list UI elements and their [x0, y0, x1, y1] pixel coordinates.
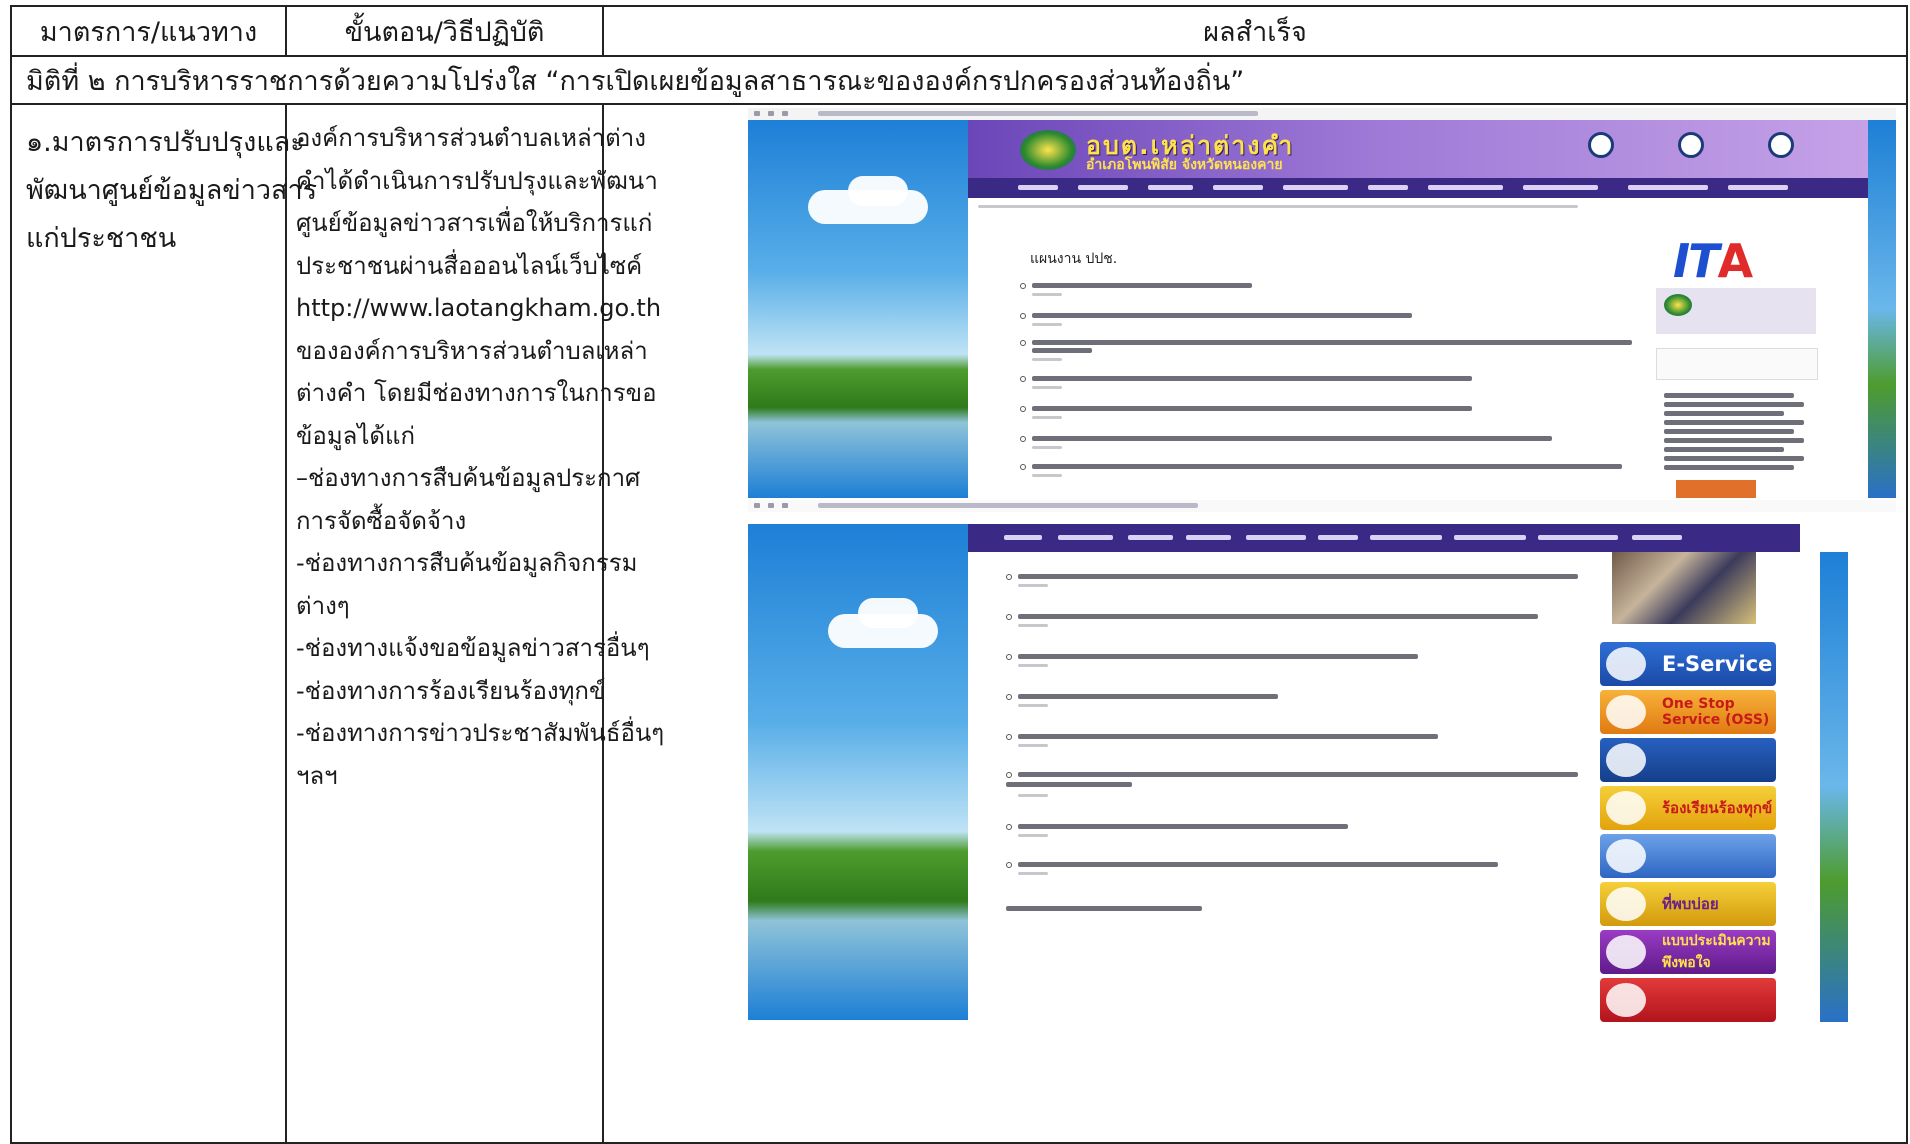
e-service-icon [1606, 647, 1646, 681]
website-screenshot-top: อบต.เหล่าต่างคำ อำเภอโพนพิสัย จังหวัดหนอ… [748, 108, 1896, 498]
procedure-line: -ช่องทางการร้องเรียนร้องทุกข์ [296, 676, 606, 705]
procedure-url[interactable]: http://www.laotangkham.go.th [296, 287, 666, 330]
procedure-line: ศูนย์ข้อมูลข่าวสารเพื่อให้บริการแก่ [296, 209, 653, 237]
home-icon [1588, 132, 1614, 158]
url-field [818, 111, 1258, 116]
complaint-icon [1606, 791, 1646, 825]
sky-background-left [748, 524, 968, 1020]
header-procedure: ขั้นตอน/วิธีปฏิบัติ [287, 7, 604, 55]
site-navbar [968, 178, 1882, 198]
back-icon [754, 503, 760, 508]
document-icon [1606, 839, 1646, 873]
header-divider [12, 55, 1906, 57]
cloud [848, 176, 908, 206]
qa-icon [1606, 887, 1646, 921]
site-banner: อบต.เหล่าต่างคำ อำเภอโพนพิสัย จังหวัดหนอ… [968, 120, 1882, 178]
procedure-line: คำได้ดำเนินการปรับปรุงและพัฒนา [296, 166, 658, 195]
procedure-line: การจัดซื้อจัดจ้าง [296, 506, 467, 535]
activity-photo [1612, 552, 1756, 624]
procedure-line: -ช่องทางการสืบค้นข้อมูลกิจกรรม [296, 549, 638, 577]
procedure-line: องค์การบริหารส่วนตำบลเหล่าต่าง [296, 124, 646, 152]
site-logo-icon [1020, 130, 1076, 170]
website-screenshot-bottom: E-Service One Stop Service (OSS) ร้องเรี… [748, 500, 1896, 1022]
contact-icon [1678, 132, 1704, 158]
browser-address-bar [748, 500, 1896, 512]
header-measure: มาตรการ/แนวทาง [12, 7, 287, 55]
forward-icon [768, 503, 774, 508]
section-heading: แผนงาน ปปช. [1030, 251, 1118, 267]
procedure-line: ข้อมูลได้แก่ [296, 421, 416, 450]
survey-icon [1606, 935, 1646, 969]
header-result: ผลสำเร็จ [1203, 16, 1307, 48]
ita-icon [1768, 132, 1794, 158]
ita-logo: ITA [1673, 234, 1753, 288]
oss-button[interactable]: One Stop Service (OSS) [1600, 690, 1776, 734]
reload-icon [782, 111, 788, 116]
url-field [818, 503, 1198, 508]
procedure-line: ต่างคำ โดยมีช่องทางการในการขอ [296, 379, 657, 407]
procedure-line: ประชาชนผ่านสื่อออนไลน์เว็บไซค์ [296, 251, 643, 280]
dimension-divider [12, 103, 1906, 105]
procedure-cell: องค์การบริหารส่วนตำบลเหล่าต่าง คำได้ดำเน… [296, 117, 666, 797]
megaphone-icon [1606, 743, 1646, 777]
procedure-line: ฯลฯ [296, 761, 338, 790]
satisfaction-survey-button[interactable]: แบบประเมินความพึงพอใจ [1600, 930, 1776, 974]
procedure-line: -ช่องทางแจ้งขอข้อมูลข่าวสารอื่นๆ [296, 634, 650, 662]
sky-background-left [748, 120, 968, 498]
opinion-button[interactable] [1600, 978, 1776, 1022]
complaint-button[interactable]: ร้องเรียนร้องทุกข์ [1600, 786, 1776, 830]
general-request-button[interactable] [1600, 834, 1776, 878]
opinion-icon [1606, 983, 1646, 1017]
e-service-button[interactable]: E-Service [1600, 642, 1776, 686]
site-navbar [968, 524, 1800, 552]
procedure-line: -ช่องทางการข่าวประชาสัมพันธ์อื่นๆ [296, 719, 665, 747]
browser-address-bar [748, 108, 1896, 120]
reload-icon [782, 503, 788, 508]
procedure-line: ต่างๆ [296, 591, 350, 620]
dimension-title: มิติที่ ๒ การบริหารราชการด้วยความโปร่งใส… [26, 66, 1245, 97]
site-subtitle: อำเภอโพนพิสัย จังหวัดหนองคาย [1086, 157, 1283, 173]
procedure-line: –ช่องทางการสืบค้นข้อมูลประกาศ [296, 464, 641, 492]
forward-icon [768, 111, 774, 116]
procedure-line: ขององค์การบริหารส่วนตำบลเหล่า [296, 336, 648, 365]
oss-icon [1606, 695, 1646, 729]
faq-button[interactable]: ที่พบบ่อย [1600, 882, 1776, 926]
announce-button[interactable] [1600, 738, 1776, 782]
back-icon [754, 111, 760, 116]
